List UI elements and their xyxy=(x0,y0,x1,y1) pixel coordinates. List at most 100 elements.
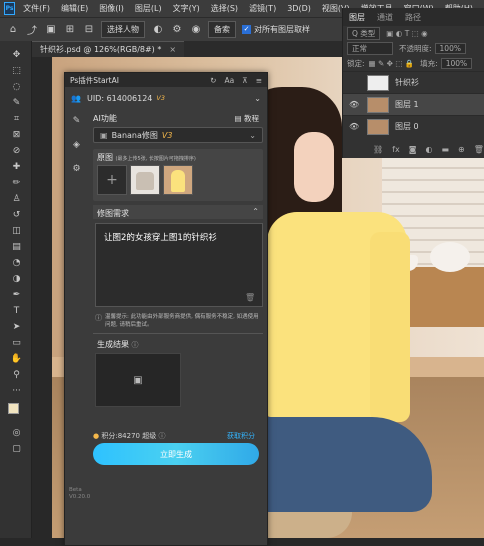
menu-select[interactable]: 选择(S) xyxy=(211,3,238,14)
ai-edit-icon[interactable]: ✎ xyxy=(71,115,82,126)
adjustment-icon[interactable]: ◐ xyxy=(425,145,432,154)
add-selection-icon[interactable]: ⊞ xyxy=(63,23,77,37)
info-icon[interactable]: ⓘ xyxy=(132,341,139,349)
healing-brush-icon[interactable]: ✚ xyxy=(10,161,23,173)
pin-icon[interactable]: ⊼ xyxy=(242,76,248,85)
tutorial-link[interactable]: ▤ 教程 xyxy=(235,113,259,124)
prompt-textarea[interactable]: 让图2的女孩穿上图1的针织衫 xyxy=(95,223,263,307)
menu-image[interactable]: 图像(I) xyxy=(99,3,124,14)
pen-tool-icon[interactable]: ✒ xyxy=(10,289,23,301)
info-icon[interactable]: ⓘ xyxy=(158,432,165,440)
screen-mode-icon[interactable]: ▢ xyxy=(10,443,23,455)
clone-stamp-icon[interactable]: ♙ xyxy=(10,193,23,205)
move-tool-icon[interactable]: ✥ xyxy=(10,49,23,61)
result-preview[interactable]: ▣ xyxy=(95,353,181,407)
menu-layer[interactable]: 图层(L) xyxy=(135,3,162,14)
sample-all-layers-checkbox[interactable]: ✓ xyxy=(242,25,251,34)
menu-file[interactable]: 文件(F) xyxy=(23,3,50,14)
new-selection-icon[interactable]: ▣ xyxy=(44,23,58,37)
refine-icon[interactable]: ◐ xyxy=(151,23,165,37)
filter-icons[interactable]: ▣ ◐ T ⬚ ◉ xyxy=(386,29,427,38)
image-thumbnail-girl[interactable] xyxy=(163,165,193,195)
sample-select[interactable]: 备索 xyxy=(208,21,236,38)
home-icon[interactable]: ⌂ xyxy=(6,23,20,37)
frame-tool-icon[interactable]: ⊠ xyxy=(10,129,23,141)
menu-filter[interactable]: 滤镜(T) xyxy=(249,3,276,14)
photoshop-logo: Ps xyxy=(4,2,16,15)
model-select[interactable]: ▣ Banana修图 V3 ⌄ xyxy=(93,127,263,143)
points-value: 积分:84270 xyxy=(101,432,140,440)
add-image-button[interactable]: + xyxy=(97,165,127,195)
document-tab[interactable]: 针织衫.psd @ 126%(RGB/8#) * × xyxy=(32,41,185,57)
generate-button[interactable]: 立即生成 xyxy=(93,443,259,465)
select-subject-button[interactable]: 选择人物 xyxy=(101,21,145,38)
layer-name: 图层 0 xyxy=(395,122,419,131)
trash-icon[interactable]: 🗑 xyxy=(245,293,255,302)
users-icon[interactable]: 👥 xyxy=(71,94,81,103)
layer-row[interactable]: 👁 图层 1 xyxy=(343,93,484,115)
menu-icon[interactable]: ≡ xyxy=(256,76,262,85)
layer-row[interactable]: 针织衫 xyxy=(343,71,484,93)
close-tab-icon[interactable]: × xyxy=(169,45,176,54)
menu-edit[interactable]: 编辑(E) xyxy=(61,3,88,14)
eraser-tool-icon[interactable]: ◫ xyxy=(10,225,23,237)
history-brush-icon[interactable]: ↺ xyxy=(10,209,23,221)
settings-gear-icon[interactable]: ⚙ xyxy=(170,23,184,37)
menu-type[interactable]: 文字(Y) xyxy=(173,3,200,14)
font-size-icon[interactable]: Aa xyxy=(224,76,234,85)
fill-value[interactable]: 100% xyxy=(440,58,473,69)
layers-footer: ⛓ fx ◙ ◐ ▬ ⊕ 🗑 xyxy=(373,145,484,154)
folder-icon[interactable]: ▬ xyxy=(441,145,449,154)
eyedropper-tool-icon[interactable]: ⊘ xyxy=(10,145,23,157)
settings-gear-icon[interactable]: ⚙ xyxy=(71,163,82,174)
trash-icon[interactable]: 🗑 xyxy=(474,145,484,154)
quick-mask-icon[interactable]: ◎ xyxy=(10,427,23,439)
eye-icon[interactable]: 👁 xyxy=(349,122,361,131)
generate-label: 立即生成 xyxy=(160,449,192,459)
tools-panel: ✥ ⬚ ◌ ✎ ⌗ ⊠ ⊘ ✚ ✏ ♙ ↺ ◫ ▤ ◔ ◑ ✒ T ➤ ▭ ✋ … xyxy=(0,41,32,538)
chevron-down-icon[interactable]: ⌄ xyxy=(254,94,261,103)
fx-icon[interactable]: fx xyxy=(392,145,400,154)
quick-select-tool-icon[interactable]: ⤴ xyxy=(25,23,39,37)
get-points-link[interactable]: 获取积分 xyxy=(227,431,255,441)
link-icon[interactable]: ⛓ xyxy=(373,145,383,154)
dodge-tool-icon[interactable]: ◑ xyxy=(10,273,23,285)
brush-options-icon[interactable]: ◉ xyxy=(189,23,203,37)
image-thumbnail-sweater[interactable] xyxy=(130,165,160,195)
zoom-tool-icon[interactable]: ⚲ xyxy=(10,369,23,381)
brush-tool-icon[interactable]: ✏ xyxy=(10,177,23,189)
tab-layers[interactable]: 图层 xyxy=(343,12,371,23)
menu-3d[interactable]: 3D(D) xyxy=(287,4,311,13)
opacity-label: 不透明度: xyxy=(399,44,432,53)
model-version-badge: V3 xyxy=(161,130,173,140)
marquee-tool-icon[interactable]: ⬚ xyxy=(10,65,23,77)
mask-icon[interactable]: ◙ xyxy=(409,145,417,154)
refresh-icon[interactable]: ↻ xyxy=(210,76,216,85)
subtract-selection-icon[interactable]: ⊟ xyxy=(82,23,96,37)
chevron-up-icon[interactable]: ⌃ xyxy=(252,207,259,216)
type-tool-icon[interactable]: T xyxy=(10,305,23,317)
hand-tool-icon[interactable]: ✋ xyxy=(10,353,23,365)
tab-paths[interactable]: 路径 xyxy=(399,12,427,23)
tab-channels[interactable]: 通道 xyxy=(371,12,399,23)
rectangle-tool-icon[interactable]: ▭ xyxy=(10,337,23,349)
lasso-tool-icon[interactable]: ◌ xyxy=(10,81,23,93)
new-layer-icon[interactable]: ⊕ xyxy=(458,145,465,154)
blur-tool-icon[interactable]: ◔ xyxy=(10,257,23,269)
coin-icon: ● xyxy=(93,432,100,440)
layers-stack-icon[interactable]: ◈ xyxy=(71,139,82,150)
more-tools-icon[interactable]: ··· xyxy=(10,385,23,397)
layer-filter-select[interactable]: Q 类型 xyxy=(347,27,381,40)
quick-select-tool-icon[interactable]: ✎ xyxy=(10,97,23,109)
lock-icons[interactable]: ▦ ✎ ✥ ⬚ 🔒 xyxy=(369,59,415,68)
layer-row[interactable]: 👁 图层 0 xyxy=(343,115,484,137)
foreground-color-swatch[interactable] xyxy=(8,403,19,414)
eye-icon[interactable]: 👁 xyxy=(349,100,361,109)
gradient-tool-icon[interactable]: ▤ xyxy=(10,241,23,253)
crop-tool-icon[interactable]: ⌗ xyxy=(10,113,23,125)
blend-mode-select[interactable]: 正常 xyxy=(347,42,393,55)
tutorial-label: 教程 xyxy=(244,114,259,123)
opacity-value[interactable]: 100% xyxy=(434,43,466,54)
lock-row: 锁定: ▦ ✎ ✥ ⬚ 🔒 填充: 100% xyxy=(343,56,484,71)
path-select-icon[interactable]: ➤ xyxy=(10,321,23,333)
